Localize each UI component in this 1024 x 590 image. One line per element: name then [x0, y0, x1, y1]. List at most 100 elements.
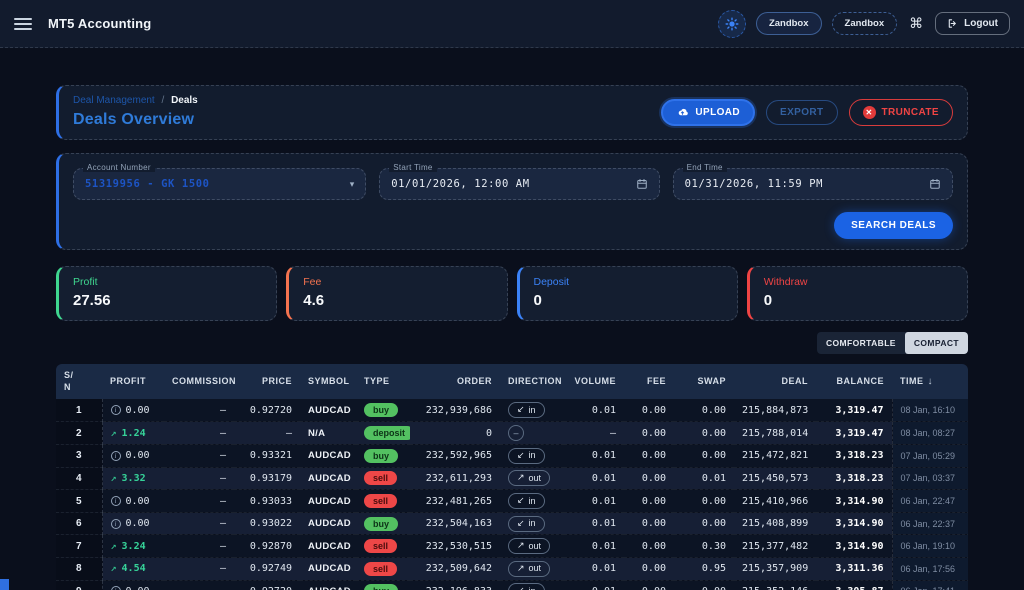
- column-header-swap: SWAP: [674, 364, 734, 399]
- table-row[interactable]: 8↗4.54–0.92749AUDCADsell232,509,642↗out0…: [56, 558, 968, 581]
- type-badge: sell: [364, 539, 397, 553]
- cell-order: 232,481,265: [410, 490, 500, 513]
- density-comfortable-button[interactable]: COMFORTABLE: [817, 332, 905, 354]
- info-icon: i: [111, 586, 121, 590]
- cell-time: 07 Jan, 05:29: [892, 445, 968, 468]
- cell-swap: 0.00: [674, 422, 734, 445]
- breadcrumb-root[interactable]: Deal Management: [73, 95, 155, 106]
- cell-direction: ↙in: [500, 580, 564, 590]
- search-deals-button[interactable]: SEARCH DEALS: [834, 212, 953, 239]
- cell-time: 06 Jan, 22:47: [892, 490, 968, 513]
- cell-order: 232,592,965: [410, 445, 500, 468]
- cell-type: sell: [356, 558, 410, 581]
- cell-price: 0.92870: [234, 535, 300, 558]
- menu-icon[interactable]: [14, 14, 32, 34]
- deals-table-head-row: S/ NPROFITCOMMISSIONPRICESYMBOLTYPEORDER…: [56, 364, 968, 399]
- cell-balance: 3,319.47: [816, 399, 892, 422]
- cell-profit: i0.00: [102, 580, 164, 590]
- end-time-value: 01/31/2026, 11:59 PM: [685, 178, 929, 190]
- cell-sn: 3: [56, 445, 102, 468]
- density-compact-button[interactable]: COMPACT: [905, 332, 968, 354]
- cell-fee: 0.00: [624, 467, 674, 490]
- cell-balance: 3,314.90: [816, 490, 892, 513]
- end-time-input[interactable]: End Time 01/31/2026, 11:59 PM: [673, 168, 953, 200]
- direction-badge: ↙in: [508, 448, 545, 464]
- info-icon: i: [111, 496, 121, 506]
- cell-price: 0.93179: [234, 467, 300, 490]
- column-header-time[interactable]: TIME↓: [892, 364, 968, 399]
- cell-sn: 7: [56, 535, 102, 558]
- cell-swap: 0.00: [674, 580, 734, 590]
- env-button-primary[interactable]: Zandbox: [756, 12, 822, 35]
- command-icon[interactable]: ⌘: [907, 15, 925, 32]
- cell-profit: i0.00: [102, 399, 164, 422]
- table-row[interactable]: 5i0.00–0.93033AUDCADsell232,481,265↙in0.…: [56, 490, 968, 513]
- cell-commission: –: [164, 535, 234, 558]
- theme-toggle-button[interactable]: [718, 10, 746, 38]
- table-row[interactable]: 1i0.00–0.92720AUDCADbuy232,939,686↙in0.0…: [56, 399, 968, 422]
- table-row[interactable]: 9i0.00–0.92720AUDCADbuy232,196,833↙in0.0…: [56, 580, 968, 590]
- page-title: Deals Overview: [73, 111, 198, 129]
- type-badge: sell: [364, 494, 397, 508]
- sort-desc-icon: ↓: [928, 376, 934, 387]
- cell-fee: 0.00: [624, 558, 674, 581]
- env-button-secondary[interactable]: Zandbox: [832, 12, 898, 35]
- start-time-input[interactable]: Start Time 01/01/2026, 12:00 AM: [379, 168, 659, 200]
- truncate-label: TRUNCATE: [882, 107, 939, 118]
- export-button[interactable]: EXPORT: [766, 100, 838, 125]
- type-badge: buy: [364, 584, 398, 590]
- cell-type: buy: [356, 580, 410, 590]
- direction-in-icon: ↙: [517, 518, 525, 529]
- logout-button[interactable]: Logout: [935, 12, 1010, 35]
- cell-sn: 6: [56, 512, 102, 535]
- cell-direction: ↙in: [500, 445, 564, 468]
- direction-badge: ↙in: [508, 493, 545, 509]
- table-row[interactable]: 3i0.00–0.93321AUDCADbuy232,592,965↙in0.0…: [56, 445, 968, 468]
- cell-price: 0.92720: [234, 580, 300, 590]
- logout-icon: [947, 18, 958, 29]
- table-row[interactable]: 4↗3.32–0.93179AUDCADsell232,611,293↗out0…: [56, 467, 968, 490]
- direction-in-icon: ↙: [517, 585, 525, 590]
- cell-order: 232,939,686: [410, 399, 500, 422]
- table-row[interactable]: 6i0.00–0.93022AUDCADbuy232,504,163↙in0.0…: [56, 512, 968, 535]
- table-row[interactable]: 7↗3.24–0.92870AUDCADsell232,530,515↗out0…: [56, 535, 968, 558]
- density-toggle: COMFORTABLE COMPACT: [817, 332, 968, 354]
- page-header-panel: Deal Management / Deals Deals Overview U…: [56, 85, 968, 140]
- cell-time: 07 Jan, 03:37: [892, 467, 968, 490]
- truncate-button[interactable]: ✕ TRUNCATE: [849, 99, 953, 126]
- cell-commission: –: [164, 580, 234, 590]
- calendar-icon[interactable]: [636, 178, 648, 190]
- cell-volume: 0.01: [564, 399, 624, 422]
- cell-volume: 0.01: [564, 558, 624, 581]
- stat-card-fee: Fee 4.6: [286, 266, 507, 321]
- start-time-label: Start Time: [389, 163, 436, 172]
- cell-commission: –: [164, 490, 234, 513]
- cell-deal: 215,410,966: [734, 490, 816, 513]
- stat-label: Fee: [303, 276, 492, 288]
- direction-badge: ↗out: [508, 538, 550, 554]
- cell-price: 0.93033: [234, 490, 300, 513]
- account-number-label: Account Number: [83, 163, 155, 172]
- cell-commission: –: [164, 445, 234, 468]
- upload-button[interactable]: UPLOAD: [661, 99, 755, 126]
- sun-icon: [725, 17, 739, 31]
- cell-profit: ↗4.54: [102, 558, 164, 581]
- cell-fee: 0.00: [624, 445, 674, 468]
- calendar-icon[interactable]: [929, 178, 941, 190]
- table-row[interactable]: 2↗1.24––N/Adeposit0––0.000.00215,788,014…: [56, 422, 968, 445]
- direction-in-icon: ↙: [517, 450, 525, 461]
- column-header-profit: PROFIT: [102, 364, 164, 399]
- cell-direction: ↙in: [500, 490, 564, 513]
- stat-card-profit: Profit 27.56: [56, 266, 277, 321]
- direction-badge: ↙in: [508, 583, 545, 590]
- cell-price: 0.93022: [234, 512, 300, 535]
- column-header-sn: S/ N: [56, 364, 102, 399]
- cell-direction: –: [500, 422, 564, 445]
- cell-volume: –: [564, 422, 624, 445]
- account-number-select[interactable]: Account Number 51319956 - GK 1500 ▾: [73, 168, 366, 200]
- cell-deal: 215,357,909: [734, 558, 816, 581]
- cell-swap: 0.95: [674, 558, 734, 581]
- cell-swap: 0.00: [674, 512, 734, 535]
- cell-fee: 0.00: [624, 535, 674, 558]
- info-icon: i: [111, 405, 121, 415]
